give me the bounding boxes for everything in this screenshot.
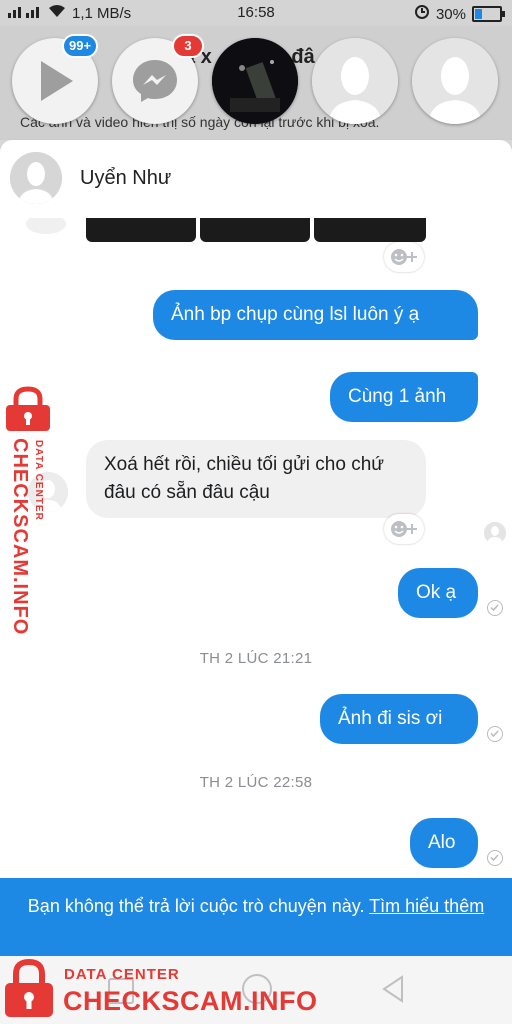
contact-name: Uyển Như — [80, 167, 172, 189]
shared-photo[interactable] — [314, 218, 426, 242]
delivered-check-icon — [487, 726, 503, 742]
smiley-plus-icon — [391, 521, 417, 537]
battery-percent: 30% — [435, 5, 466, 23]
bottom-watermark: DATA CENTER CHECKSCAM.INFO — [0, 956, 320, 1024]
add-reaction-button[interactable] — [384, 514, 424, 544]
lock-icon — [5, 958, 53, 1017]
delivered-check-icon — [487, 600, 503, 616]
default-avatar-icon — [10, 152, 62, 204]
back-triangle-icon — [382, 975, 403, 1003]
message-bubble-outgoing[interactable]: Ảnh đi sis ơi — [320, 694, 478, 744]
reply-disabled-banner: Bạn không thể trả lời cuộc trò chuyện nà… — [0, 878, 512, 956]
message-bubble-incoming[interactable]: Xoá hết rồi, chiều tối gửi cho chứ đâu c… — [86, 440, 426, 518]
back-button[interactable] — [380, 974, 406, 1009]
sender-avatar — [26, 218, 66, 234]
watermark-label-vertical: DATA CENTER — [33, 440, 44, 521]
add-reaction-button[interactable] — [384, 242, 424, 272]
message-bubble-outgoing[interactable]: Ảnh bp chụp cùng lsl luôn ý ạ — [153, 290, 478, 340]
battery-level — [475, 9, 482, 19]
contact-avatar — [10, 152, 62, 204]
chat-head-contact[interactable] — [312, 38, 398, 124]
alarm-icon — [414, 4, 430, 24]
contact-photo — [212, 38, 298, 124]
default-avatar-icon — [484, 522, 506, 544]
message-bubble-outgoing[interactable]: Cùng 1 ảnh — [330, 372, 478, 422]
timestamp-divider: TH 2 LÚC 21:21 — [199, 650, 313, 667]
contact-bar[interactable]: Uyển Như — [0, 140, 512, 218]
chat-head-contact[interactable] — [412, 38, 498, 124]
shared-photo[interactable] — [200, 218, 310, 242]
side-watermark: CHECKSCAM.INFO DATA CENTER — [2, 386, 58, 636]
default-avatar-icon — [412, 38, 498, 124]
chat-head-photo-contact[interactable] — [212, 38, 298, 124]
notice-text: Bạn không thể trả lời cuộc trò chuyện nà… — [27, 896, 365, 916]
watermark-label: DATA CENTER — [64, 966, 180, 983]
notification-badge: 99+ — [62, 34, 99, 58]
shared-photo[interactable] — [86, 218, 196, 242]
message-bubble-outgoing[interactable]: Ok ạ — [398, 568, 478, 618]
message-bubble-outgoing[interactable]: Alo — [410, 818, 478, 868]
reply-disabled-notice: Bạn không thể trả lời cuộc trò chuyện nà… — [24, 894, 488, 919]
watermark-brand-vertical: CHECKSCAM.INFO — [9, 438, 31, 636]
chat-head-messenger[interactable]: 3 — [112, 34, 204, 124]
system-nav-bar: DATA CENTER CHECKSCAM.INFO — [0, 956, 512, 1024]
status-right: 30% — [414, 4, 505, 24]
smiley-plus-icon — [391, 249, 417, 265]
lock-icon — [6, 386, 50, 431]
default-avatar-icon — [312, 38, 398, 124]
watermark-brand: CHECKSCAM.INFO — [63, 986, 318, 1016]
learn-more-link[interactable]: Tìm hiểu thêm — [369, 896, 484, 916]
read-receipt-avatar — [484, 522, 506, 544]
battery-icon — [472, 6, 505, 22]
notification-badge: 3 — [172, 34, 204, 58]
delivered-check-icon — [487, 850, 503, 866]
chat-head-play[interactable]: 99+ — [12, 34, 99, 124]
timestamp-divider: TH 2 LÚC 22:58 — [199, 774, 313, 791]
message-list[interactable]: Ảnh bp chụp cùng lsl luôn ý ạ Cùng 1 ảnh… — [0, 218, 512, 878]
status-bar: 1,1 MB/s 16:58 30% — [0, 0, 512, 26]
